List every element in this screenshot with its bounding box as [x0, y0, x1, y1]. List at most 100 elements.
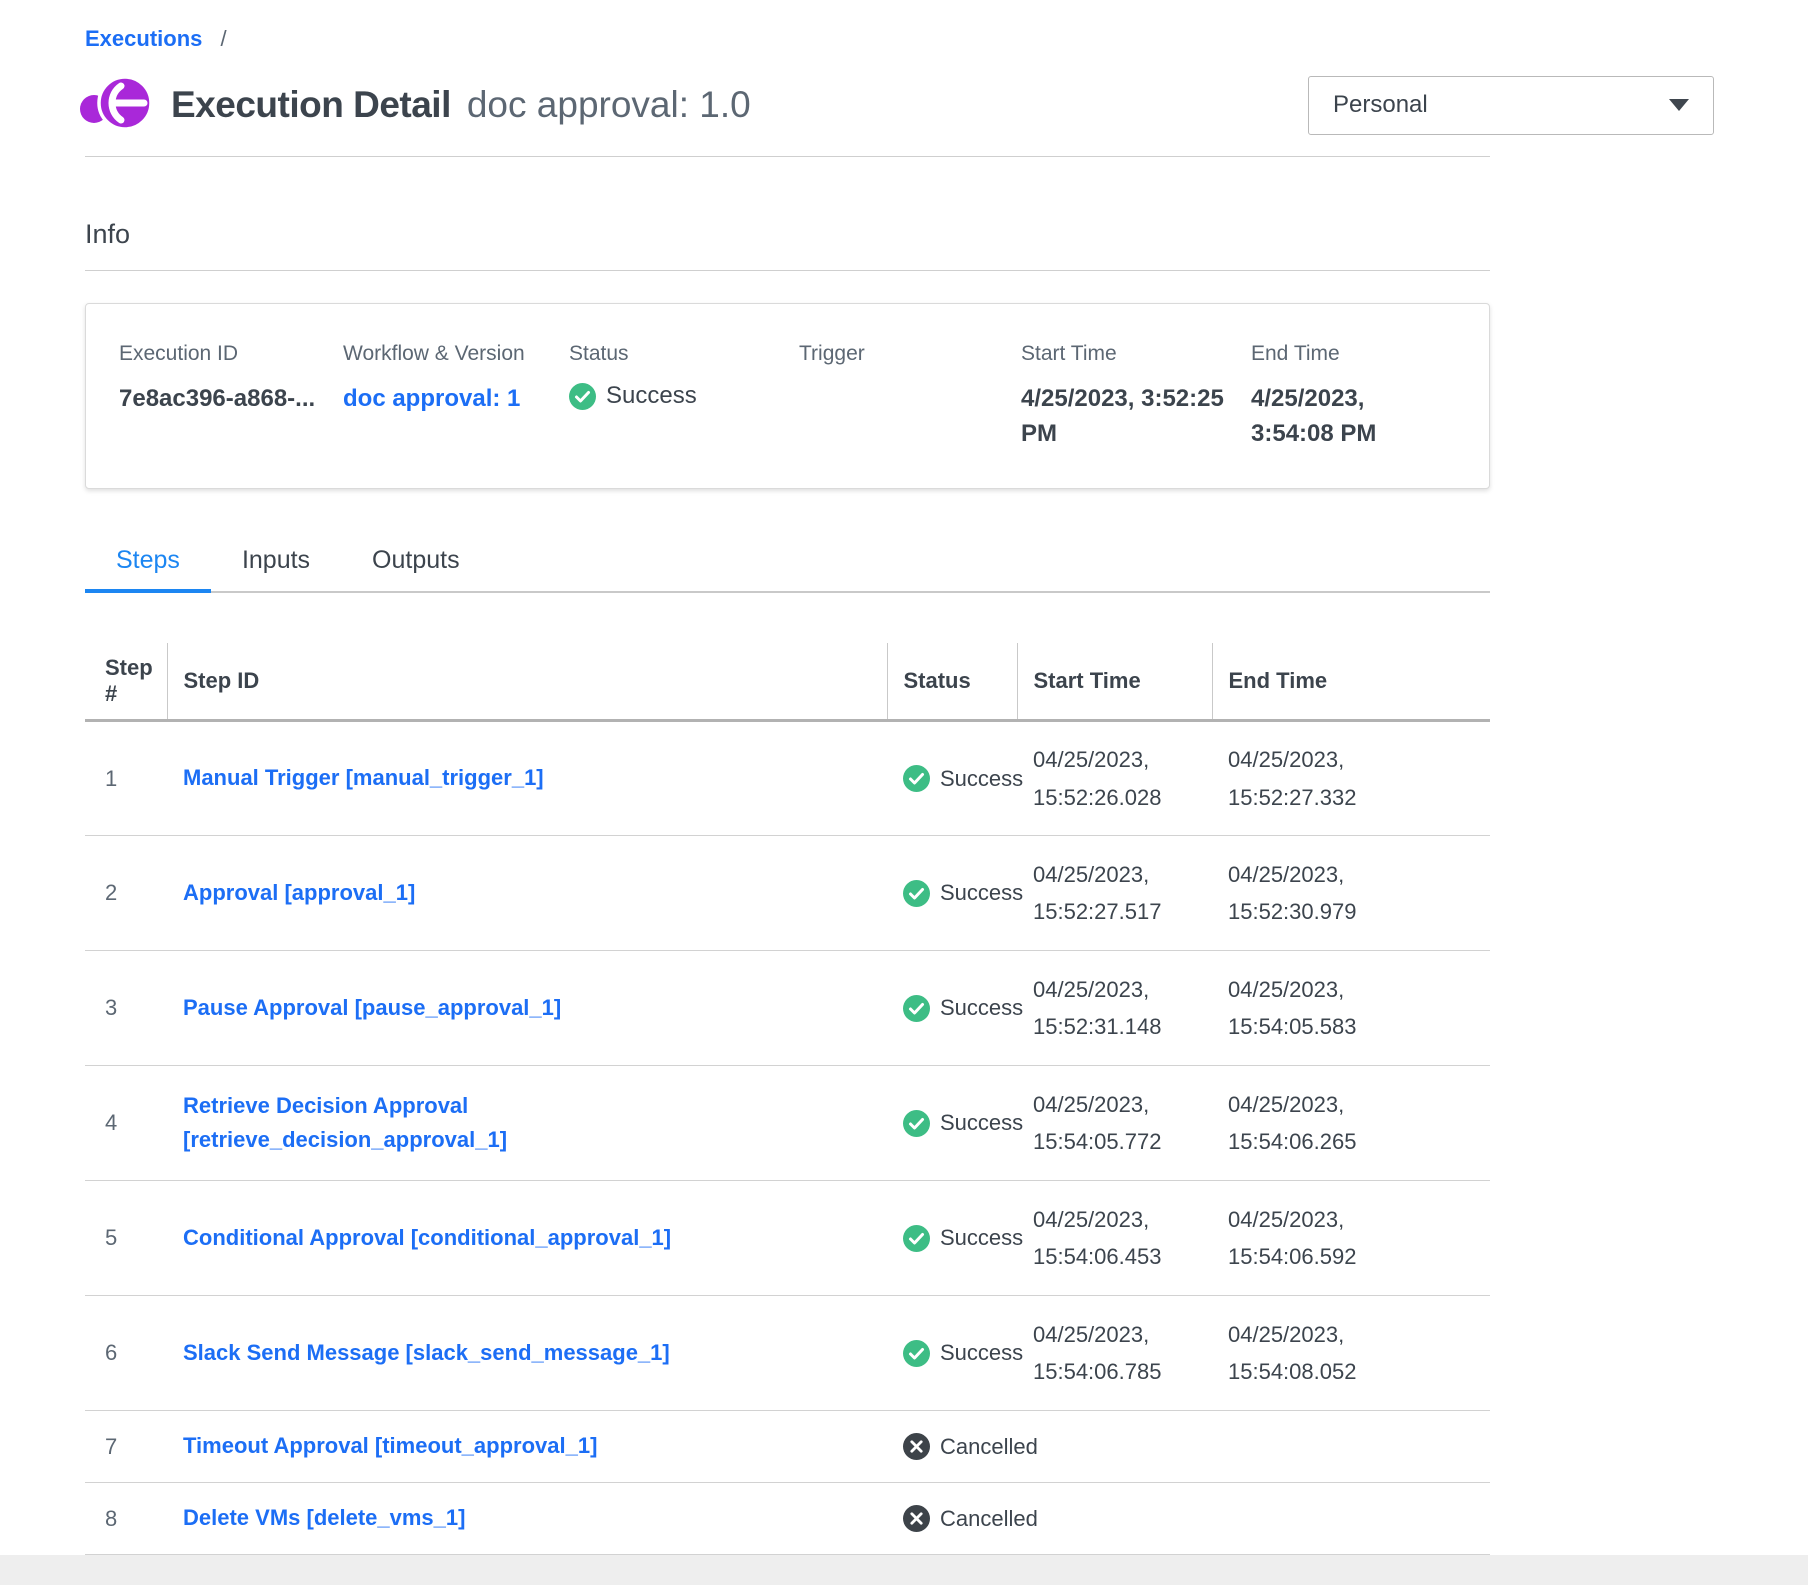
status-cell: Cancelled [887, 1483, 1017, 1555]
col-header-step-id: Step ID [167, 643, 887, 721]
status-text: Success [940, 1225, 1023, 1251]
status-text: Success [940, 1110, 1023, 1136]
step-link[interactable]: Manual Trigger [manual_trigger_1] [183, 761, 544, 795]
end-time-cell [1212, 1483, 1490, 1555]
step-id-cell: Timeout Approval [timeout_approval_1] [167, 1411, 887, 1483]
execution-detail-page: Executions / Execution Detail doc approv… [0, 0, 1808, 1555]
info-heading: Info [85, 219, 1490, 250]
info-field-trigger: Trigger [799, 342, 1021, 488]
step-link[interactable]: Approval [approval_1] [183, 876, 415, 910]
tab-steps[interactable]: Steps [85, 533, 211, 593]
end-time-cell: 04/25/2023, 15:52:30.979 [1212, 836, 1490, 951]
chevron-down-icon [1669, 99, 1689, 111]
execution-status-text: Success [606, 382, 697, 410]
step-id-cell: Manual Trigger [manual_trigger_1] [167, 721, 887, 836]
workflow-version-link[interactable]: doc approval: 1 [343, 382, 520, 417]
end-time-value: 4/25/2023, 3:54:08 PM [1251, 382, 1445, 452]
step-link[interactable]: Pause Approval [pause_approval_1] [183, 991, 561, 1025]
success-check-icon [903, 1110, 930, 1137]
page-bottom-strip [0, 1555, 1808, 1585]
execution-status: Success [569, 382, 783, 410]
step-num-cell: 2 [85, 836, 167, 951]
step-id-cell: Pause Approval [pause_approval_1] [167, 951, 887, 1066]
step-id-cell: Delete VMs [delete_vms_1] [167, 1483, 887, 1555]
status-cell: Success [887, 721, 1017, 836]
scope-dropdown[interactable]: Personal [1308, 76, 1714, 135]
info-card: Execution ID 7e8ac396-a868-... Workflow … [85, 303, 1490, 489]
info-label: Workflow & Version [343, 342, 553, 366]
col-header-step-num: Step # [85, 643, 167, 721]
info-label: Execution ID [119, 342, 327, 366]
step-num-cell: 6 [85, 1296, 167, 1411]
breadcrumb: Executions / [85, 26, 1808, 52]
table-row: 6 Slack Send Message [slack_send_message… [85, 1296, 1490, 1411]
col-header-status: Status [887, 643, 1017, 721]
info-label: Status [569, 342, 783, 366]
success-check-icon [903, 765, 930, 792]
start-time-cell [1017, 1483, 1212, 1555]
end-time-cell [1212, 1411, 1490, 1483]
step-link[interactable]: Conditional Approval [conditional_approv… [183, 1221, 671, 1255]
info-field-workflow-version: Workflow & Version doc approval: 1 [343, 342, 569, 488]
step-id-cell: Conditional Approval [conditional_approv… [167, 1181, 887, 1296]
status-cell: Success [887, 1066, 1017, 1181]
step-num-cell: 3 [85, 951, 167, 1066]
info-field-execution-id: Execution ID 7e8ac396-a868-... [119, 342, 343, 488]
table-header-row: Step # Step ID Status Start Time End Tim… [85, 643, 1490, 721]
start-time-cell: 04/25/2023, 15:54:06.785 [1017, 1296, 1212, 1411]
info-label: Trigger [799, 342, 1005, 366]
col-header-start-time: Start Time [1017, 643, 1212, 721]
table-row: 5 Conditional Approval [conditional_appr… [85, 1181, 1490, 1296]
table-row: 4 Retrieve Decision Approval [retrieve_d… [85, 1066, 1490, 1181]
main-content: Info Execution ID 7e8ac396-a868-... Work… [85, 156, 1490, 1555]
success-check-icon [569, 383, 596, 410]
end-time-cell: 04/25/2023, 15:54:08.052 [1212, 1296, 1490, 1411]
status-cell: Success [887, 951, 1017, 1066]
table-row: 1 Manual Trigger [manual_trigger_1] Succ… [85, 721, 1490, 836]
execution-id-value: 7e8ac396-a868-... [119, 382, 327, 417]
status-cell: Success [887, 836, 1017, 951]
info-field-status: Status Success [569, 342, 799, 488]
info-field-start-time: Start Time 4/25/2023, 3:52:25 PM [1021, 342, 1251, 488]
tab-bar: Steps Inputs Outputs [85, 533, 1490, 593]
cancelled-x-icon [903, 1505, 930, 1532]
step-num-cell: 8 [85, 1483, 167, 1555]
step-num-cell: 1 [85, 721, 167, 836]
status-text: Success [940, 766, 1023, 792]
end-time-cell: 04/25/2023, 15:52:27.332 [1212, 721, 1490, 836]
start-time-cell: 04/25/2023, 15:52:27.517 [1017, 836, 1212, 951]
end-time-cell: 04/25/2023, 15:54:06.592 [1212, 1181, 1490, 1296]
start-time-cell: 04/25/2023, 15:54:06.453 [1017, 1181, 1212, 1296]
status-text: Success [940, 995, 1023, 1021]
start-time-cell: 04/25/2023, 15:52:26.028 [1017, 721, 1212, 836]
step-num-cell: 4 [85, 1066, 167, 1181]
start-time-value: 4/25/2023, 3:52:25 PM [1021, 382, 1235, 452]
step-link[interactable]: Timeout Approval [timeout_approval_1] [183, 1429, 597, 1463]
end-time-cell: 04/25/2023, 15:54:06.265 [1212, 1066, 1490, 1181]
scope-dropdown-value: Personal [1333, 91, 1428, 119]
step-num-cell: 7 [85, 1411, 167, 1483]
status-cell: Success [887, 1181, 1017, 1296]
info-label: Start Time [1021, 342, 1235, 366]
step-id-cell: Slack Send Message [slack_send_message_1… [167, 1296, 887, 1411]
success-check-icon [903, 1340, 930, 1367]
success-check-icon [903, 1225, 930, 1252]
success-check-icon [903, 880, 930, 907]
step-link[interactable]: Slack Send Message [slack_send_message_1… [183, 1336, 670, 1370]
status-cell: Success [887, 1296, 1017, 1411]
tab-inputs[interactable]: Inputs [211, 533, 341, 593]
table-row: 7 Timeout Approval [timeout_approval_1] … [85, 1411, 1490, 1483]
info-divider [85, 270, 1490, 271]
table-row: 3 Pause Approval [pause_approval_1] Succ… [85, 951, 1490, 1066]
workflow-icon [79, 72, 155, 138]
title-row: Execution Detail doc approval: 1.0 Perso… [85, 72, 1714, 138]
title-group: Execution Detail doc approval: 1.0 [85, 72, 751, 138]
tab-outputs[interactable]: Outputs [341, 533, 491, 593]
table-row: 2 Approval [approval_1] Success 04/25/20… [85, 836, 1490, 951]
success-check-icon [903, 995, 930, 1022]
status-text: Success [940, 880, 1023, 906]
breadcrumb-link-executions[interactable]: Executions [85, 26, 202, 51]
step-link[interactable]: Delete VMs [delete_vms_1] [183, 1501, 465, 1535]
status-cell: Cancelled [887, 1411, 1017, 1483]
step-link[interactable]: Retrieve Decision Approval [retrieve_dec… [183, 1089, 743, 1157]
